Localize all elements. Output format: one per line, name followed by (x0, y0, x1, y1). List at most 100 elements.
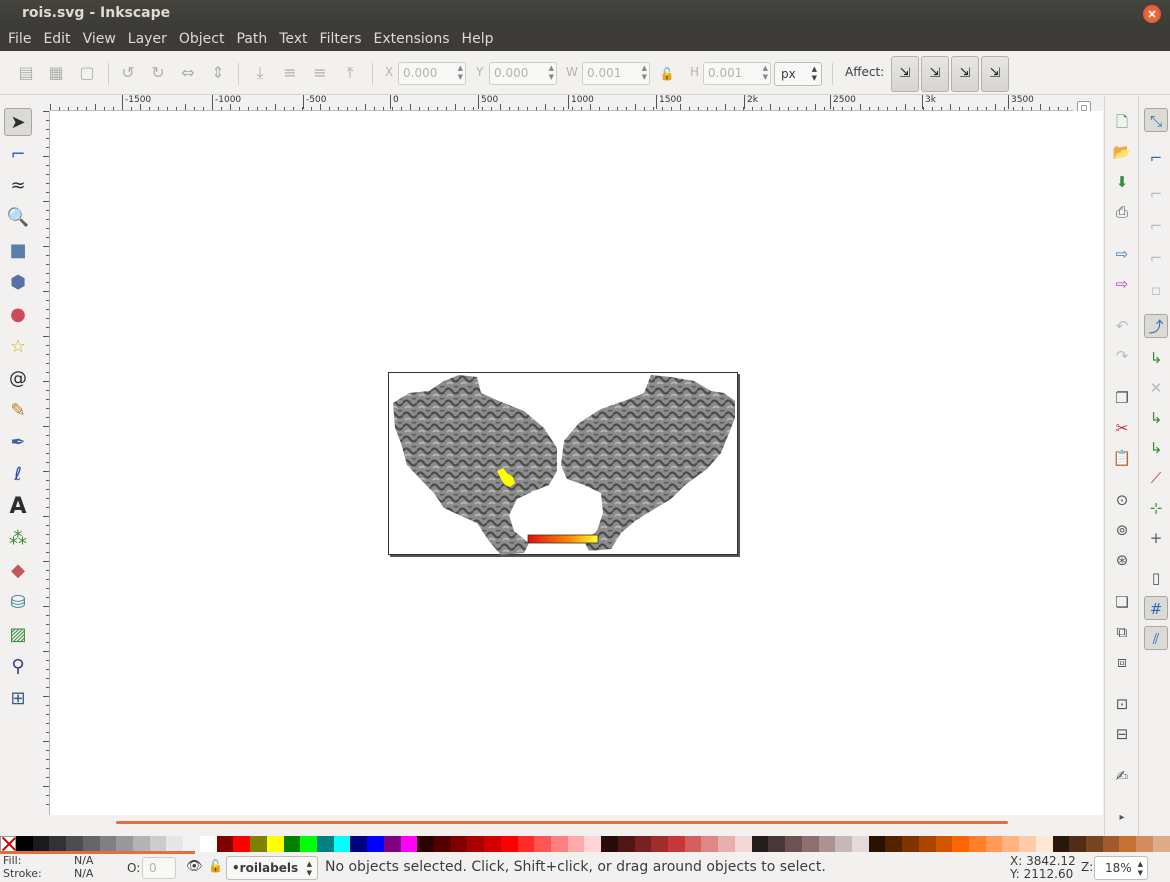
scrollbar-thumb[interactable] (116, 821, 1008, 824)
palette-swatch[interactable] (367, 836, 384, 852)
move-gradients-button[interactable]: ⇲ (951, 56, 979, 92)
spray-tool-icon[interactable]: ⁂ (4, 525, 32, 553)
menu-path[interactable]: Path (230, 28, 273, 51)
snap-bbox-corners-icon[interactable]: ⌐ (1144, 214, 1168, 238)
star-tool-icon[interactable]: ☆ (4, 333, 32, 361)
rotate-ccw-icon[interactable]: ↺ (117, 62, 139, 84)
palette-swatch[interactable] (283, 836, 301, 852)
palette-swatch[interactable] (801, 836, 819, 852)
undo-icon[interactable]: ↶ (1110, 314, 1134, 338)
snap-bbox-icon[interactable]: ⌐ (1144, 146, 1168, 170)
snap-intersections-icon[interactable]: ✕ (1144, 376, 1168, 400)
y-input[interactable]: 0.000 ▲ ▼ (489, 62, 557, 85)
menu-object[interactable]: Object (173, 28, 231, 51)
menu-filters[interactable]: Filters (314, 28, 368, 51)
print-icon[interactable]: ⎙ (1110, 200, 1134, 224)
ellipse-tool-icon[interactable]: ● (4, 301, 32, 329)
snap-smooth-nodes-icon[interactable]: ↳ (1144, 436, 1168, 460)
snap-grids-icon[interactable]: # (1144, 596, 1168, 620)
menu-layer[interactable]: Layer (122, 28, 173, 51)
palette-swatch[interactable] (534, 836, 551, 852)
palette-swatch[interactable] (266, 836, 284, 852)
palette-swatch[interactable] (49, 836, 67, 852)
snap-bbox-centers-icon[interactable]: ▫ (1144, 278, 1168, 302)
palette-swatch[interactable] (99, 836, 117, 852)
snap-guides-icon[interactable]: ⫽ (1144, 626, 1168, 650)
palette-swatch[interactable] (149, 836, 167, 852)
palette-swatch[interactable] (985, 836, 1003, 852)
palette-swatch[interactable] (668, 836, 685, 852)
palette-swatch[interactable] (1069, 836, 1086, 852)
scale-stroke-button[interactable]: ⇲ (891, 56, 919, 92)
zoom-drawing-icon[interactable]: ⊚ (1110, 518, 1134, 542)
opacity-input[interactable]: 0 (142, 857, 176, 879)
palette-swatch[interactable] (935, 836, 953, 852)
menu-file[interactable]: File (2, 28, 37, 51)
palette-swatch[interactable] (383, 836, 401, 852)
raise-to-top-icon[interactable]: ⤒ (339, 62, 361, 84)
horizontal-scrollbar[interactable] (36, 815, 1104, 835)
vertical-scrollbar[interactable] (1073, 111, 1103, 815)
rectangle-tool-icon[interactable]: ■ (4, 237, 32, 265)
palette-swatch[interactable] (785, 836, 802, 852)
palette-swatch[interactable] (1035, 836, 1053, 852)
lower-to-bottom-icon[interactable]: ⤓ (249, 62, 271, 84)
palette-swatch[interactable] (617, 836, 635, 852)
palette-swatch[interactable] (885, 836, 903, 852)
paint-bucket-tool-icon[interactable]: ⛁ (4, 589, 32, 617)
move-patterns-button[interactable]: ⇲ (981, 56, 1009, 92)
calligraphy-tool-icon[interactable]: ℓ (4, 461, 32, 489)
lock-ratio-icon[interactable]: 🔓 (656, 63, 678, 85)
close-window-button[interactable]: × (1143, 5, 1161, 23)
connector-tool-icon[interactable]: ⊞ (4, 685, 32, 713)
group-icon[interactable]: ⊡ (1110, 692, 1134, 716)
deselect-icon[interactable]: ▢ (76, 62, 98, 84)
palette-swatch[interactable] (868, 836, 886, 852)
drawing-canvas[interactable] (50, 111, 1073, 815)
fill-stroke-icon[interactable]: ✍ (1110, 764, 1134, 788)
palette-swatch[interactable] (450, 836, 468, 852)
node-tool-icon[interactable]: ⌐ (4, 141, 32, 169)
text-tool-icon[interactable]: A (4, 493, 32, 521)
unit-select[interactable]: px ▲ ▼ (774, 62, 822, 86)
palette-swatch[interactable] (751, 836, 769, 852)
zoom-tool-icon[interactable]: 🔍 (4, 204, 32, 232)
scale-corners-button[interactable]: ⇲ (921, 56, 949, 92)
gradient-tool-icon[interactable]: ▨ (4, 621, 32, 649)
snap-centers-icon[interactable]: ⊹ (1144, 496, 1168, 520)
import-icon[interactable]: ⇨ (1110, 242, 1134, 266)
palette-swatch[interactable] (199, 836, 217, 852)
stroke-value[interactable]: N/A (74, 867, 93, 880)
palette-swatch[interactable] (684, 836, 702, 852)
palette-swatch[interactable] (718, 836, 735, 852)
menu-view[interactable]: View (77, 28, 122, 51)
palette-swatch[interactable] (734, 836, 752, 852)
menu-text[interactable]: Text (273, 28, 313, 51)
spiral-tool-icon[interactable]: @ (4, 365, 32, 393)
clone-icon[interactable]: ⧉ (1110, 620, 1134, 644)
palette-swatch[interactable] (1102, 836, 1120, 852)
vertical-ruler[interactable] (36, 111, 50, 815)
snap-rotation-center-icon[interactable]: + (1144, 526, 1168, 550)
palette-swatch[interactable] (350, 836, 368, 852)
redo-icon[interactable]: ↷ (1110, 344, 1134, 368)
pen-tool-icon[interactable]: ✒ (4, 429, 32, 457)
palette-swatch[interactable] (1019, 836, 1036, 852)
palette-swatch[interactable] (701, 836, 719, 852)
palette-swatch[interactable] (32, 836, 50, 852)
select-all-layers-icon[interactable]: ▦ (45, 62, 67, 84)
palette-swatch[interactable] (250, 836, 267, 852)
raise-icon[interactable]: ≡ (309, 62, 331, 84)
palette-swatch[interactable] (651, 836, 669, 852)
layer-lock-icon[interactable]: 🔓 (208, 859, 223, 873)
palette-swatch[interactable] (183, 836, 200, 852)
fill-value[interactable]: N/A (74, 854, 93, 867)
select-all-icon[interactable]: ▤ (15, 62, 37, 84)
duplicate-icon[interactable]: ❏ (1110, 590, 1134, 614)
layer-visibility-icon[interactable]: 👁 (186, 859, 203, 874)
3d-box-tool-icon[interactable]: ⬢ (4, 269, 32, 297)
snap-midpoints-icon[interactable]: ⟋ (1144, 466, 1168, 490)
height-input[interactable]: 0.001 ▲ ▼ (703, 62, 771, 85)
eraser-tool-icon[interactable]: ◆ (4, 557, 32, 585)
selector-tool-icon[interactable]: ➤ (4, 108, 32, 136)
